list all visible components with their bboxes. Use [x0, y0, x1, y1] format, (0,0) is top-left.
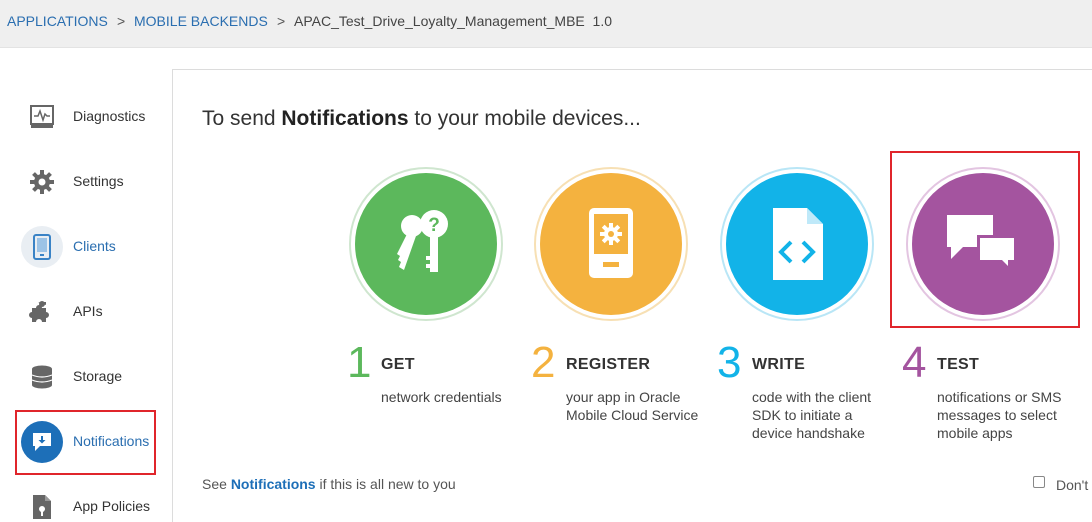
step-1-title: GET [381, 356, 415, 373]
breadcrumb: APPLICATIONS > MOBILE BACKENDS > APAC_Te… [0, 0, 1092, 48]
step-4-title: TEST [937, 356, 980, 373]
breadcrumb-separator: > [117, 13, 126, 29]
headline-bold: Notifications [281, 107, 409, 130]
footer-prefix: See [202, 476, 231, 492]
step-4-description: notifications or SMS messages to select … [937, 389, 1062, 441]
sidebar-item-label: Settings [73, 173, 124, 189]
svg-text:?: ? [428, 215, 440, 236]
sidebar-item-storage[interactable]: Storage [18, 351, 168, 403]
step-4-number: 4 [902, 338, 927, 387]
breadcrumb-current: APAC_Test_Drive_Loyalty_Management_MBE 1… [294, 13, 613, 29]
step-write-circle[interactable] [720, 167, 874, 321]
gear-icon [21, 161, 63, 203]
notifications-help-link[interactable]: Notifications [231, 476, 316, 492]
headline-suffix: to your mobile devices... [408, 107, 641, 130]
code-file-icon [773, 208, 823, 280]
step-3-number: 3 [717, 338, 742, 387]
step-2-number: 2 [531, 338, 556, 387]
keys-icon: ? [397, 210, 448, 272]
step-3-description: code with the client SDK to initiate a d… [752, 389, 872, 441]
sidebar-item-label: Storage [73, 368, 123, 384]
dont-show-checkbox[interactable] [1033, 476, 1045, 488]
sidebar-item-apis[interactable]: APIs [18, 286, 168, 338]
dont-show-label: Don't [1056, 477, 1089, 493]
step-1-number: 1 [347, 338, 372, 387]
sidebar-item-label: App Policies [73, 498, 151, 514]
step-get-circle[interactable]: ? [349, 167, 503, 321]
notifications-highlight-box [15, 410, 156, 475]
footer-help-text: See Notifications if this is all new to … [202, 476, 456, 492]
mobile-app-settings-icon [589, 208, 633, 278]
breadcrumb-applications-link[interactable]: APPLICATIONS [7, 13, 108, 29]
step-2-description: your app in Oracle Mobile Cloud Service [566, 389, 699, 423]
sidebar-item-label: APIs [73, 303, 103, 319]
sidebar-item-label: Diagnostics [73, 108, 146, 124]
step-2-title: REGISTER [566, 356, 651, 373]
database-icon [21, 356, 63, 398]
step-1-description: network credentials [381, 389, 502, 405]
sidebar-item-app-policies[interactable]: App Policies [18, 481, 168, 522]
breadcrumb-separator: > [277, 13, 286, 29]
test-highlight-box [890, 151, 1080, 328]
step-register-circle[interactable] [534, 167, 688, 321]
sidebar-item-settings[interactable]: Settings [18, 156, 168, 208]
mobile-device-icon [21, 226, 63, 268]
diagnostics-icon [21, 96, 63, 138]
step-3-title: WRITE [752, 356, 806, 373]
page-title: To send Notifications to your mobile dev… [202, 107, 641, 131]
breadcrumb-mobile-backends-link[interactable]: MOBILE BACKENDS [134, 13, 268, 29]
policy-document-icon [21, 486, 63, 522]
sidebar-item-diagnostics[interactable]: Diagnostics [18, 91, 168, 143]
footer-suffix: if this is all new to you [315, 476, 456, 492]
sidebar-item-clients[interactable]: Clients [18, 221, 168, 273]
headline-prefix: To send [202, 107, 282, 130]
sidebar-item-label: Clients [73, 238, 116, 254]
puzzle-icon [21, 291, 63, 333]
